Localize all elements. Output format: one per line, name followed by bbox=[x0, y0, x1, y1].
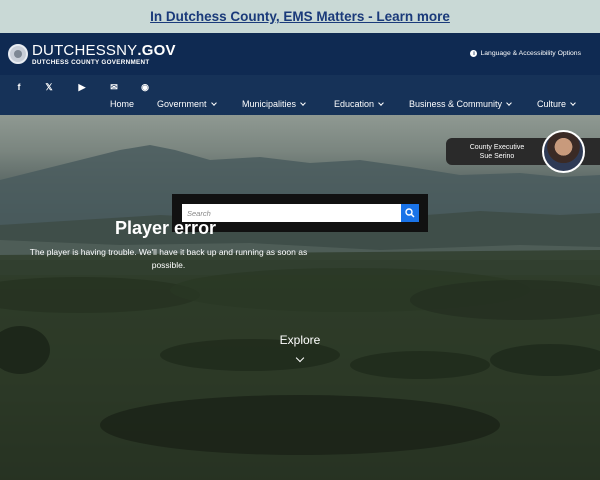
site-header: DUTCHESSNY.GOV DUTCHESS COUNTY GOVERNMEN… bbox=[0, 33, 600, 75]
nav-item-municipalities[interactable]: Municipalities bbox=[242, 99, 306, 109]
facebook-icon[interactable]: f bbox=[13, 81, 25, 93]
nav-item-label: Government bbox=[157, 99, 207, 109]
logo-subtitle: DUTCHESS COUNTY GOVERNMENT bbox=[32, 58, 150, 66]
search-icon bbox=[405, 208, 415, 218]
nav-item-culture[interactable]: Culture bbox=[537, 99, 576, 109]
nav-item-label: Business & Community bbox=[409, 99, 503, 109]
alert-link[interactable]: In Dutchess County, EMS Matters - Learn … bbox=[150, 9, 450, 24]
nav-item-government[interactable]: Government bbox=[157, 99, 217, 109]
chevron-down-icon bbox=[506, 100, 512, 106]
nav-item-label: Culture bbox=[537, 99, 567, 109]
chevron-down-icon bbox=[210, 100, 217, 106]
site-logo[interactable]: DUTCHESSNY.GOV DUTCHESS COUNTY GOVERNMEN… bbox=[8, 43, 176, 66]
language-label: Language & Accessibility Options bbox=[480, 50, 581, 57]
logo-title: DUTCHESSNY.GOV bbox=[32, 41, 176, 59]
navigation-bar: f 𝕏 ▶ ✉ ◉ Home Government Municipalities Educat… bbox=[0, 75, 600, 115]
main-nav: Home Government Municipalities Education Bus… bbox=[0, 99, 600, 115]
chevron-down-icon bbox=[570, 100, 576, 106]
county-executive-avatar[interactable] bbox=[542, 130, 585, 173]
nav-item-label: Municipalities bbox=[242, 99, 297, 109]
x-icon[interactable]: 𝕏 bbox=[43, 81, 55, 93]
alert-banner: In Dutchess County, EMS Matters - Learn … bbox=[0, 0, 600, 33]
chevron-down-icon bbox=[378, 100, 384, 106]
language-accessibility-button[interactable]: i Language & Accessibility Options bbox=[470, 50, 581, 57]
nav-item-label: Home bbox=[110, 99, 135, 109]
explore-link[interactable]: Explore bbox=[270, 333, 330, 347]
hero-background bbox=[0, 115, 600, 480]
player-error-message: The player is having trouble. We'll have… bbox=[29, 247, 308, 270]
search-button[interactable] bbox=[401, 204, 419, 222]
landscape-image bbox=[0, 145, 600, 480]
county-executive-label: County Executive Sue Serino bbox=[469, 144, 525, 160]
nav-item-education[interactable]: Education bbox=[334, 99, 384, 109]
youtube-icon[interactable]: ▶ bbox=[76, 81, 88, 93]
rss-icon[interactable]: ◉ bbox=[139, 81, 151, 93]
email-icon[interactable]: ✉ bbox=[108, 81, 120, 93]
chevron-down-icon bbox=[300, 100, 306, 106]
nav-item-home[interactable]: Home bbox=[110, 99, 134, 109]
nav-item-label: Education bbox=[334, 99, 375, 109]
player-error-title: Player error bbox=[115, 218, 217, 238]
info-icon: i bbox=[470, 50, 478, 57]
nav-item-business-community[interactable]: Business & Community bbox=[409, 99, 512, 109]
county-seal-icon bbox=[8, 44, 28, 64]
